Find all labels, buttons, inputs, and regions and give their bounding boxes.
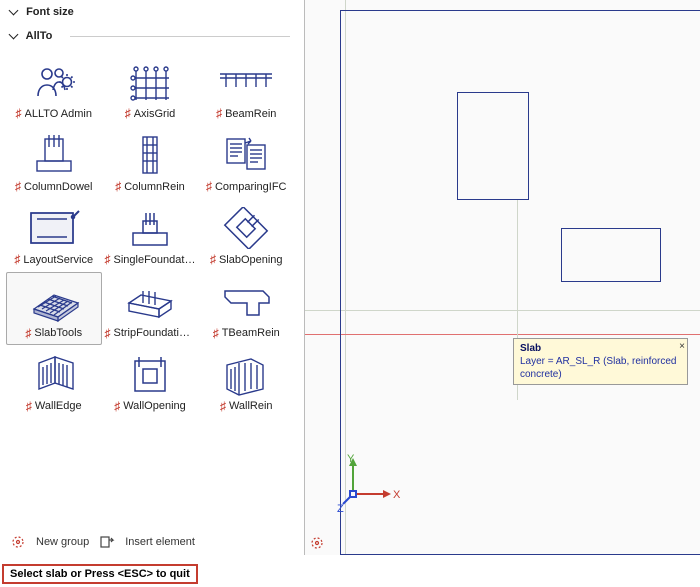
grid-glyph-icon: ♯: [216, 107, 222, 120]
tool-axis-grid[interactable]: ♯ AxisGrid: [102, 52, 199, 125]
ucs-z-label: Z: [337, 503, 344, 515]
caption: ♯ SingleFoundation…: [105, 253, 196, 266]
gear-dashed-icon[interactable]: [10, 534, 26, 550]
grid-glyph-icon: ♯: [26, 400, 32, 413]
compare-docs-icon: [210, 130, 282, 180]
slab-opening-2[interactable]: [561, 228, 661, 282]
chevron-down-icon: [9, 30, 19, 40]
tool-allto-admin[interactable]: ♯ ALLTO Admin: [6, 52, 102, 125]
strip-foundation-icon: [114, 277, 186, 327]
slab-opening-icon: [210, 203, 282, 253]
users-gear-icon: [18, 57, 90, 107]
status-prompt: Select slab or Press <ESC> to quit: [2, 564, 198, 584]
section-font-size[interactable]: Font size: [0, 0, 300, 24]
tool-wall-opening[interactable]: ♯ WallOpening: [102, 345, 199, 418]
caption: ♯ LayoutService: [14, 253, 93, 266]
grid-glyph-icon: ♯: [25, 327, 31, 340]
grid-glyph-icon: ♯: [105, 253, 111, 266]
tbeam-icon: [210, 277, 282, 327]
tool-column-rein[interactable]: ♯ ColumnRein: [102, 125, 199, 198]
column-dowel-icon: [18, 130, 90, 180]
caption: ♯ StripFoundationR…: [105, 327, 196, 340]
caption: ♯ ColumnDowel: [15, 180, 92, 193]
new-group-button[interactable]: New group: [36, 536, 89, 548]
caption: ♯ ColumnRein: [115, 180, 185, 193]
tool-grid: ♯ ALLTO Admin ♯ AxisGrid: [0, 48, 300, 422]
axis-grid-icon: [114, 57, 186, 107]
divider: [70, 36, 290, 37]
caption: ♯ WallEdge: [26, 400, 82, 413]
grid-glyph-icon: ♯: [14, 253, 20, 266]
ucs-y-label: Y: [347, 454, 355, 465]
caption: ♯ WallOpening: [114, 400, 186, 413]
plugin-panel: Font size AllTo ♯ ALLTO Admin: [0, 0, 300, 555]
ucs-icon: X Y Z: [337, 454, 401, 518]
grid-glyph-icon: ♯: [105, 327, 111, 340]
tool-single-foundation[interactable]: ♯ SingleFoundation…: [102, 198, 199, 271]
grid-glyph-icon: ♯: [206, 180, 212, 193]
tool-column-dowel[interactable]: ♯ ColumnDowel: [6, 125, 102, 198]
caption: ♯ WallRein: [220, 400, 273, 413]
blueprint-icon: [18, 203, 90, 253]
section-title: Font size: [26, 6, 74, 18]
column-rein-icon: [114, 130, 186, 180]
wall-opening-icon: [114, 350, 186, 400]
slab-3d-icon: [18, 277, 90, 327]
slab-opening-1[interactable]: [457, 92, 529, 200]
chevron-down-icon: [9, 6, 19, 16]
tool-wall-rein[interactable]: ♯ WallRein: [199, 345, 295, 418]
grid-glyph-icon: ♯: [213, 327, 219, 340]
status-bar: Select slab or Press <ESC> to quit: [0, 561, 700, 587]
ucs-x-label: X: [393, 489, 401, 501]
grid-glyph-icon: ♯: [114, 400, 120, 413]
grid-glyph-icon: ♯: [16, 107, 22, 120]
tool-layout-service[interactable]: ♯ LayoutService: [6, 198, 102, 271]
tool-strip-foundation[interactable]: ♯ StripFoundationR…: [102, 272, 199, 345]
element-tooltip: × Slab Layer = AR_SL_R (Slab, reinforced…: [513, 338, 688, 385]
gear-dashed-icon[interactable]: [309, 535, 325, 551]
insert-icon[interactable]: [99, 534, 115, 550]
caption: ♯ TBeamRein: [213, 327, 280, 340]
close-icon[interactable]: ×: [679, 340, 685, 353]
tooltip-line: Layer = AR_SL_R (Slab, reinforced concre…: [520, 356, 676, 380]
caption: ♯ SlabTools: [25, 327, 82, 340]
wall-corner-icon: [18, 350, 90, 400]
tool-beam-rein[interactable]: ♯ BeamRein: [199, 52, 295, 125]
tooltip-title: Slab: [520, 343, 541, 354]
foundation-icon: [114, 203, 186, 253]
grid-glyph-icon: ♯: [220, 400, 226, 413]
beam-icon: [210, 57, 282, 107]
grid-glyph-icon: ♯: [210, 253, 216, 266]
tool-slab-tools[interactable]: ♯ SlabTools: [6, 272, 102, 345]
section-allto[interactable]: AllTo: [0, 24, 300, 48]
caption: ♯ AxisGrid: [125, 107, 176, 120]
tool-wall-edge[interactable]: ♯ WallEdge: [6, 345, 102, 418]
tool-slab-opening[interactable]: ♯ SlabOpening: [199, 198, 295, 271]
caption: ♯ BeamRein: [216, 107, 276, 120]
caption: ♯ SlabOpening: [210, 253, 283, 266]
grid-glyph-icon: ♯: [115, 180, 121, 193]
insert-element-button[interactable]: Insert element: [125, 536, 195, 548]
wall-rein-icon: [210, 350, 282, 400]
grid-glyph-icon: ♯: [125, 107, 131, 120]
caption: ♯ ALLTO Admin: [16, 107, 92, 120]
tool-comparing-ifc[interactable]: ♯ ComparingIFC: [199, 125, 295, 198]
caption: ♯ ComparingIFC: [206, 180, 287, 193]
panel-footer: New group Insert element: [0, 529, 300, 555]
section-title: AllTo: [26, 30, 53, 42]
tool-tbeam-rein[interactable]: ♯ TBeamRein: [199, 272, 295, 345]
grid-glyph-icon: ♯: [15, 180, 21, 193]
